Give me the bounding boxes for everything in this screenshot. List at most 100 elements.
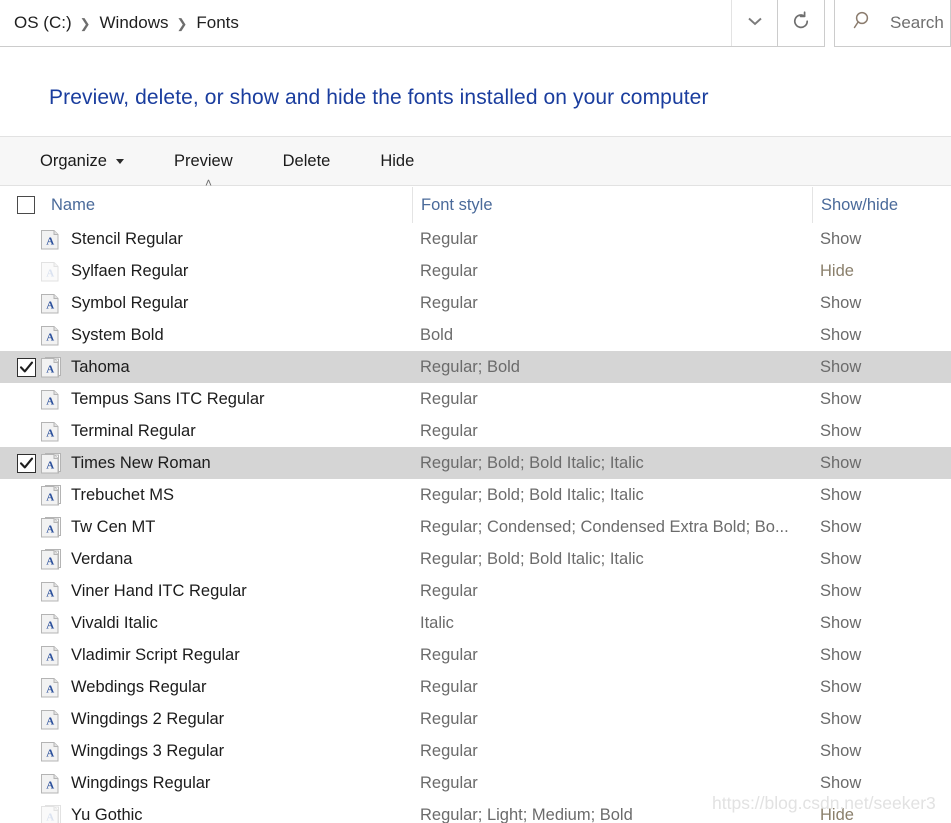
column-header-name-label: Name	[51, 195, 96, 214]
table-row[interactable]: A Times New Roman Regular; Bold; Bold Ital…	[0, 447, 951, 479]
show-hide-cell: Show	[820, 773, 862, 792]
font-style-cell: Regular; Condensed; Condensed Extra Bold…	[420, 517, 789, 536]
select-all-checkbox[interactable]	[17, 196, 35, 214]
table-row[interactable]: A Vladimir Script Regular Regular Show	[0, 639, 951, 671]
svg-text:A: A	[46, 716, 54, 728]
font-name-cell: A System Bold	[0, 319, 412, 351]
breadcrumb-item-windows[interactable]: Windows	[96, 11, 173, 35]
row-checkbox[interactable]	[17, 357, 36, 377]
breadcrumb: OS (C:) ❯ Windows ❯ Fonts	[0, 0, 731, 46]
font-file-icon: A	[40, 356, 62, 378]
table-row[interactable]: A System Bold Bold Show	[0, 319, 951, 351]
font-name-cell: A Vivaldi Italic	[0, 607, 412, 639]
svg-text:A: A	[46, 588, 54, 600]
font-name-cell: A Stencil Regular	[0, 223, 412, 255]
font-style-cell: Regular	[420, 773, 478, 792]
breadcrumb-item-drive[interactable]: OS (C:)	[10, 11, 76, 35]
preview-button[interactable]: Preview	[160, 146, 247, 177]
table-row[interactable]: A Trebuchet MS Regular; Bold; Bold Italic;…	[0, 479, 951, 511]
font-style-cell: Bold	[420, 325, 454, 344]
table-row[interactable]: A Tempus Sans ITC Regular Regular Show	[0, 383, 951, 415]
svg-text:A: A	[46, 428, 54, 440]
font-name-cell: A Terminal Regular	[0, 415, 412, 447]
table-row[interactable]: A Wingdings Regular Regular Show	[0, 767, 951, 799]
font-name-cell: A Times New Roman	[0, 447, 412, 479]
font-name-cell: A Wingdings Regular	[0, 767, 412, 799]
table-row[interactable]: A Stencil Regular Regular Show	[0, 223, 951, 255]
row-checkbox[interactable]	[17, 453, 36, 473]
font-name-cell: A Webdings Regular	[0, 671, 412, 703]
page-title: Preview, delete, or show and hide the fo…	[49, 86, 709, 109]
font-name-cell: A Viner Hand ITC Regular	[0, 575, 412, 607]
caret-down-icon	[115, 158, 124, 164]
font-file-icon: A	[40, 388, 62, 410]
breadcrumb-separator-icon: ❯	[79, 15, 91, 31]
table-row[interactable]: A Tw Cen MT Regular; Condensed; Condensed …	[0, 511, 951, 543]
font-file-icon: A	[40, 772, 62, 794]
font-name-cell: A Tempus Sans ITC Regular	[0, 383, 412, 415]
svg-text:A: A	[46, 524, 54, 536]
font-name-label: Webdings Regular	[71, 677, 207, 696]
font-file-icon: A	[40, 452, 62, 474]
font-file-icon: A	[40, 644, 62, 666]
table-row[interactable]: A Wingdings 3 Regular Regular Show	[0, 735, 951, 767]
show-hide-cell: Hide	[820, 805, 854, 823]
font-name-label: Terminal Regular	[71, 421, 196, 440]
svg-text:A: A	[46, 780, 54, 792]
table-row[interactable]: A Yu Gothic Regular; Light; Medium; Bold Hi…	[0, 799, 951, 823]
search-box[interactable]: Search	[834, 0, 951, 47]
font-name-label: Times New Roman	[71, 453, 211, 472]
font-style-cell: Regular; Light; Medium; Bold	[420, 805, 633, 823]
breadcrumb-item-fonts[interactable]: Fonts	[192, 11, 243, 35]
svg-text:A: A	[46, 300, 54, 312]
svg-text:A: A	[46, 812, 54, 823]
font-file-icon: A	[40, 484, 62, 506]
address-history-dropdown-button[interactable]	[731, 0, 777, 46]
delete-button[interactable]: Delete	[269, 146, 345, 177]
font-name-cell: A Sylfaen Regular	[0, 255, 412, 287]
font-style-cell: Regular	[420, 709, 478, 728]
breadcrumb-bar[interactable]: OS (C:) ❯ Windows ❯ Fonts	[0, 0, 778, 47]
svg-text:A: A	[46, 364, 54, 376]
show-hide-cell: Show	[820, 293, 862, 312]
font-name-label: Symbol Regular	[71, 293, 189, 312]
font-style-cell: Regular	[420, 389, 478, 408]
font-style-cell: Regular	[420, 293, 478, 312]
font-name-cell: A Tahoma	[0, 351, 412, 383]
refresh-button[interactable]	[778, 0, 825, 47]
hide-button[interactable]: Hide	[366, 146, 428, 177]
font-file-icon: A	[40, 324, 62, 346]
show-hide-cell: Show	[820, 613, 862, 632]
font-list[interactable]: A Stencil Regular Regular Show A Sylfaen Regu…	[0, 223, 951, 823]
organize-button[interactable]: Organize	[26, 146, 138, 177]
column-header-show-hide[interactable]: Show/hide	[812, 187, 951, 223]
command-bar: Organize Preview Delete Hide	[0, 136, 951, 186]
table-row[interactable]: A Wingdings 2 Regular Regular Show	[0, 703, 951, 735]
font-name-label: Wingdings Regular	[71, 773, 211, 792]
table-row[interactable]: A Terminal Regular Regular Show	[0, 415, 951, 447]
font-name-label: Tahoma	[71, 357, 130, 376]
font-name-label: Wingdings 2 Regular	[71, 709, 225, 728]
font-name-label: Vladimir Script Regular	[71, 645, 240, 664]
font-file-icon: A	[40, 580, 62, 602]
svg-text:A: A	[46, 620, 54, 632]
column-header-name[interactable]: Name ˄	[0, 177, 412, 223]
font-file-icon: A	[40, 420, 62, 442]
show-hide-cell: Show	[820, 549, 862, 568]
font-style-cell: Regular	[420, 229, 478, 248]
table-row[interactable]: A Vivaldi Italic Italic Show	[0, 607, 951, 639]
font-name-cell: A Vladimir Script Regular	[0, 639, 412, 671]
table-row[interactable]: A Symbol Regular Regular Show	[0, 287, 951, 319]
table-row[interactable]: A Verdana Regular; Bold; Bold Italic; Ital…	[0, 543, 951, 575]
svg-text:A: A	[46, 492, 54, 504]
table-row[interactable]: A Tahoma Regular; Bold Show	[0, 351, 951, 383]
table-row[interactable]: A Viner Hand ITC Regular Regular Show	[0, 575, 951, 607]
column-header-font-style[interactable]: Font style	[412, 187, 812, 223]
table-row[interactable]: A Sylfaen Regular Regular Hide	[0, 255, 951, 287]
font-style-cell: Regular; Bold	[420, 357, 520, 376]
font-style-cell: Regular	[420, 421, 478, 440]
font-style-cell: Regular; Bold; Bold Italic; Italic	[420, 453, 644, 472]
table-row[interactable]: A Webdings Regular Regular Show	[0, 671, 951, 703]
search-input[interactable]: Search	[890, 13, 944, 33]
font-file-icon: A	[40, 676, 62, 698]
